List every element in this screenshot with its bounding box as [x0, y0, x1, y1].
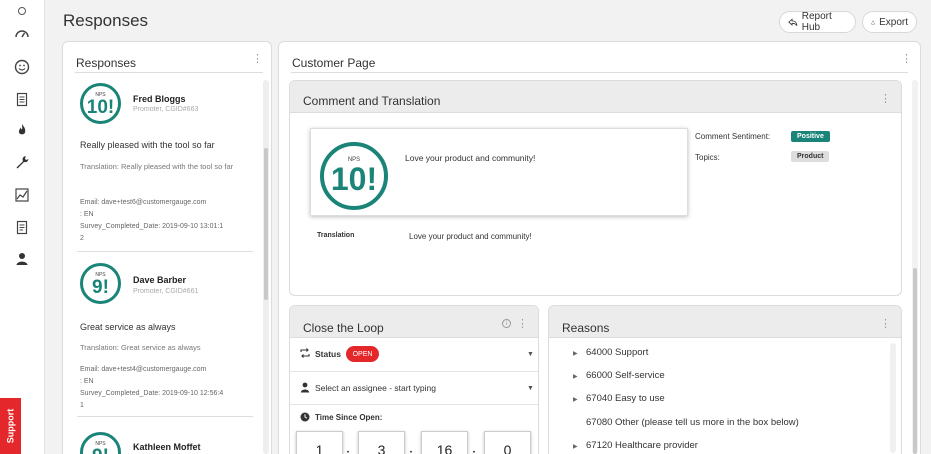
topic-badge: Product	[791, 151, 830, 162]
response-completed-date-cont: 1	[80, 402, 84, 409]
card-title: Reasons	[562, 321, 610, 335]
responses-panel-title: Responses	[76, 56, 137, 70]
export-label: Export	[879, 16, 908, 28]
wrench-icon[interactable]	[13, 153, 31, 171]
time-separator: :	[409, 446, 413, 454]
customer-scrollbar-thumb[interactable]	[913, 268, 917, 454]
divider	[77, 251, 253, 252]
fire-icon[interactable]	[13, 121, 31, 139]
customer-page-title: Customer Page	[292, 56, 376, 70]
response-language: : EN	[80, 211, 94, 218]
translation-value: Love your product and community!	[409, 232, 532, 241]
status-open-badge[interactable]: OPEN	[346, 346, 379, 362]
report-hub-button[interactable]: Report Hub	[779, 11, 856, 33]
nps-score-badge: NPS 10!	[320, 142, 388, 210]
time-separator: :	[472, 446, 476, 454]
reason-item[interactable]: ▶ 67040 Easy to use	[573, 393, 665, 404]
sentiment-label: Comment Sentiment:	[695, 132, 771, 141]
export-button[interactable]: Export	[862, 11, 917, 33]
caret-right-icon[interactable]: ▶	[573, 443, 586, 450]
response-completed-date-cont: 2	[80, 235, 84, 242]
response-completed-date: Survey_Completed_Date: 2019-09-10 13:01:…	[80, 223, 224, 230]
card-title: Comment and Translation	[303, 94, 441, 108]
responses-scrollbar-thumb[interactable]	[264, 148, 268, 300]
time-counter-days: 1	[296, 431, 343, 454]
export-icon	[871, 20, 875, 24]
clipboard-icon[interactable]	[13, 90, 31, 108]
divider	[75, 72, 263, 73]
smiley-icon[interactable]	[13, 58, 31, 76]
card-header: Comment and Translation ⋮	[290, 81, 901, 113]
report-hub-label: Report Hub	[801, 11, 832, 33]
reason-item[interactable]: ▶ 66000 Self-service	[573, 370, 665, 381]
response-item[interactable]: NPS 10! Fred Bloggs Promoter, CGID#663 R…	[80, 83, 255, 248]
response-email: Email: dave+test6@customergauge.com	[80, 199, 207, 206]
reason-item[interactable]: ▶ 64000 Support	[573, 347, 648, 358]
sentiment-badge: Positive	[791, 131, 830, 142]
respondent-name: Kathleen Moffet	[133, 442, 201, 452]
divider	[291, 72, 908, 73]
nps-score-badge: NPS 9!	[80, 263, 121, 304]
card-title: Close the Loop	[303, 321, 384, 335]
response-comment: Really pleased with the tool so far	[80, 140, 215, 150]
reasons-scrollbar[interactable]	[890, 343, 896, 453]
respondent-role: Promoter, CGID#661	[133, 288, 199, 295]
status-label: Status	[315, 349, 341, 359]
kebab-menu-icon[interactable]: ⋮	[517, 319, 528, 330]
time-counter-minutes: 16	[421, 431, 468, 454]
user-icon[interactable]	[13, 250, 31, 268]
time-since-open-label: Time Since Open:	[315, 413, 383, 422]
gauge-icon[interactable]	[13, 25, 31, 43]
respondent-name: Fred Bloggs	[133, 94, 186, 104]
caret-right-icon[interactable]: ▶	[573, 396, 586, 403]
document-icon[interactable]	[13, 218, 31, 236]
response-item[interactable]: NPS 9! Kathleen Moffet	[80, 432, 255, 454]
response-comment: Great service as always	[80, 322, 176, 332]
response-language: : EN	[80, 378, 94, 385]
time-counter-hours: 3	[358, 431, 405, 454]
caret-right-icon[interactable]: ▶	[573, 350, 586, 357]
response-translation: Translation: Great service as always	[80, 343, 201, 352]
reason-item[interactable]: ▶ 67120 Healthcare provider	[573, 440, 698, 451]
response-completed-date: Survey_Completed_Date: 2019-09-10 12:56:…	[80, 390, 224, 397]
support-label: Support	[5, 408, 16, 444]
kebab-menu-icon[interactable]: ⋮	[901, 54, 912, 65]
clock-icon	[300, 412, 310, 422]
support-tab[interactable]: Support	[0, 398, 21, 454]
comment-box: NPS 10! Love your product and community!	[310, 128, 688, 216]
response-email: Email: dave+test4@customergauge.com	[80, 366, 207, 373]
kebab-menu-icon[interactable]: ⋮	[880, 319, 891, 330]
card-header: Close the Loop i ⋮	[290, 306, 538, 338]
respondent-name: Dave Barber	[133, 275, 187, 285]
divider	[77, 416, 253, 417]
respondent-role: Promoter, CGID#663	[133, 106, 199, 113]
response-translation: Translation: Really pleased with the too…	[80, 162, 234, 171]
divider	[290, 371, 538, 372]
response-item[interactable]: NPS 9! Dave Barber Promoter, CGID#661 Gr…	[80, 263, 255, 413]
topics-label: Topics:	[695, 153, 720, 162]
chart-icon[interactable]	[13, 186, 31, 204]
chevron-down-icon[interactable]: ▼	[527, 385, 534, 392]
info-icon[interactable]: i	[502, 319, 511, 328]
nps-score-badge: NPS 9!	[80, 432, 121, 454]
page-title: Responses	[63, 11, 149, 30]
loop-arrows-icon	[299, 347, 311, 359]
time-separator: :	[346, 446, 350, 454]
kebab-menu-icon[interactable]: ⋮	[880, 94, 891, 105]
left-nav-rail	[0, 0, 45, 454]
circle-icon[interactable]	[13, 2, 31, 20]
translation-label: Translation	[317, 232, 355, 239]
assignee-select[interactable]: Select an assignee - start typing	[315, 383, 436, 393]
share-arrow-icon	[788, 17, 798, 26]
comment-text: Love your product and community!	[405, 153, 536, 163]
divider	[290, 404, 538, 405]
caret-right-icon[interactable]: ▶	[573, 373, 586, 380]
user-icon	[300, 382, 310, 393]
chevron-down-icon[interactable]: ▼	[527, 351, 534, 358]
nps-score-badge: NPS 10!	[80, 83, 121, 124]
time-counter-seconds: 0	[484, 431, 531, 454]
kebab-menu-icon[interactable]: ⋮	[252, 54, 263, 65]
reason-item[interactable]: 67080 Other (please tell us more in the …	[573, 417, 799, 428]
card-header: Reasons ⋮	[549, 306, 901, 338]
